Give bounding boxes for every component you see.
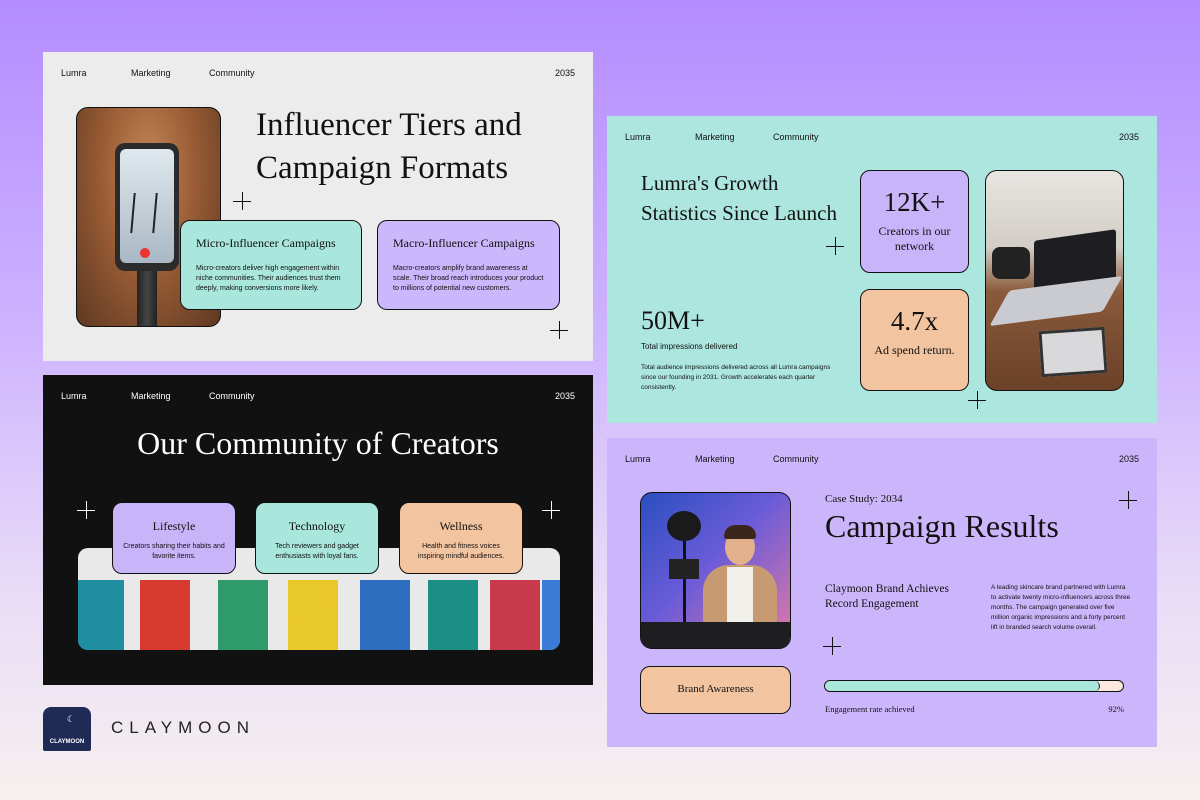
plus-decoration-icon — [542, 501, 560, 519]
card-description: Micro-creators deliver high engagement w… — [196, 265, 341, 292]
nav-year: 2035 — [1118, 454, 1139, 464]
laptop-desk-photo — [985, 170, 1124, 391]
brand-awareness-tag: Brand Awareness — [640, 666, 791, 714]
impressions-value: 50M+ — [641, 306, 705, 335]
engagement-progress-fill — [825, 681, 1101, 691]
slide-nav: Lumra Marketing Community 2035 — [625, 454, 1139, 468]
category-description: Tech reviewers and gadget enthusiasts wi… — [275, 543, 359, 560]
slide-nav: Lumra Marketing Community 2035 — [61, 68, 575, 82]
slide-title: Our Community of Creators — [137, 425, 499, 461]
creator-recording-photo — [640, 492, 791, 649]
nav-community: Community — [773, 454, 819, 464]
plus-decoration-icon — [77, 501, 95, 519]
plus-decoration-icon — [968, 391, 986, 409]
brand-wordmark: CLAYMOON — [111, 718, 256, 737]
impressions-description: Total audience impressions delivered acr… — [641, 364, 831, 391]
card-description: Macro-creators amplify brand awareness a… — [393, 265, 544, 292]
macro-influencer-card: Macro-Influencer Campaigns Macro-creator… — [377, 220, 560, 310]
micro-influencer-card: Micro-Influencer Campaigns Micro-creator… — [180, 220, 362, 310]
lifestyle-card: Lifestyle Creators sharing their habits … — [112, 502, 236, 574]
slide-nav: Lumra Marketing Community 2035 — [625, 132, 1139, 146]
category-description: Health and fitness voices inspiring mind… — [417, 543, 505, 560]
nav-community: Community — [773, 132, 819, 142]
case-study-label: Case Study: 2034 — [825, 493, 903, 505]
slide-growth-statistics: Lumra Marketing Community 2035 Lumra's G… — [607, 116, 1157, 423]
nav-marketing: Marketing — [695, 132, 735, 142]
nav-brand: Lumra — [625, 132, 651, 142]
case-subtitle: Claymoon Brand Achieves Record Engagemen… — [825, 583, 949, 610]
engagement-progress-bar — [824, 680, 1124, 692]
logo-badge-text: CLAYMOON — [49, 739, 85, 745]
nav-brand: Lumra — [625, 454, 651, 464]
case-description: A leading skincare brand partnered with … — [991, 584, 1131, 631]
slide-title: Campaign Results — [825, 508, 1059, 544]
stat-value: 4.7x — [890, 306, 939, 336]
wellness-card: Wellness Health and fitness voices inspi… — [399, 502, 523, 574]
nav-year: 2035 — [554, 68, 575, 78]
plus-decoration-icon — [233, 192, 251, 210]
nav-community: Community — [209, 68, 255, 78]
plus-decoration-icon — [550, 321, 568, 339]
stat-value: 12K+ — [883, 187, 946, 217]
claymoon-logo-badge: ☾ CLAYMOON — [43, 707, 91, 751]
slide-influencer-tiers: Lumra Marketing Community 2035 Influence… — [43, 52, 593, 361]
progress-value: 92% — [1108, 704, 1124, 714]
nav-year: 2035 — [1118, 132, 1139, 142]
progress-label: Engagement rate achieved — [825, 704, 915, 714]
stat-label: Ad spend return. — [874, 343, 955, 357]
nav-brand: Lumra — [61, 391, 87, 401]
category-title: Wellness — [439, 519, 483, 533]
nav-marketing: Marketing — [695, 454, 735, 464]
plus-decoration-icon — [826, 237, 844, 255]
nav-marketing: Marketing — [131, 68, 171, 78]
slide-community-creators: Lumra Marketing Community 2035 Our Commu… — [43, 375, 593, 685]
slide-campaign-results: Lumra Marketing Community 2035 Case Stud… — [607, 438, 1157, 747]
creators-stat-card: 12K+ Creators in our network — [860, 170, 969, 273]
category-description: Creators sharing their habits and favori… — [123, 543, 225, 560]
impressions-label: Total impressions delivered — [641, 342, 738, 351]
nav-brand: Lumra — [61, 68, 87, 78]
slide-title: Lumra's Growth Statistics Since Launch — [641, 171, 837, 225]
ad-spend-stat-card: 4.7x Ad spend return. — [860, 289, 969, 391]
slide-title: Influencer Tiers and Campaign Formats — [256, 107, 522, 186]
moon-icon: ☾ — [67, 715, 76, 725]
nav-marketing: Marketing — [131, 391, 171, 401]
technology-card: Technology Tech reviewers and gadget ent… — [255, 502, 379, 574]
card-title: Micro-Influencer Campaigns — [196, 236, 336, 250]
card-title: Macro-Influencer Campaigns — [393, 236, 535, 250]
slide-nav: Lumra Marketing Community 2035 — [61, 391, 575, 405]
stat-label: Creators in our network — [878, 224, 951, 253]
nav-year: 2035 — [554, 391, 575, 401]
plus-decoration-icon — [1119, 491, 1137, 509]
category-title: Lifestyle — [152, 519, 196, 533]
category-title: Technology — [288, 519, 346, 533]
plus-decoration-icon — [823, 637, 841, 655]
nav-community: Community — [209, 391, 255, 401]
